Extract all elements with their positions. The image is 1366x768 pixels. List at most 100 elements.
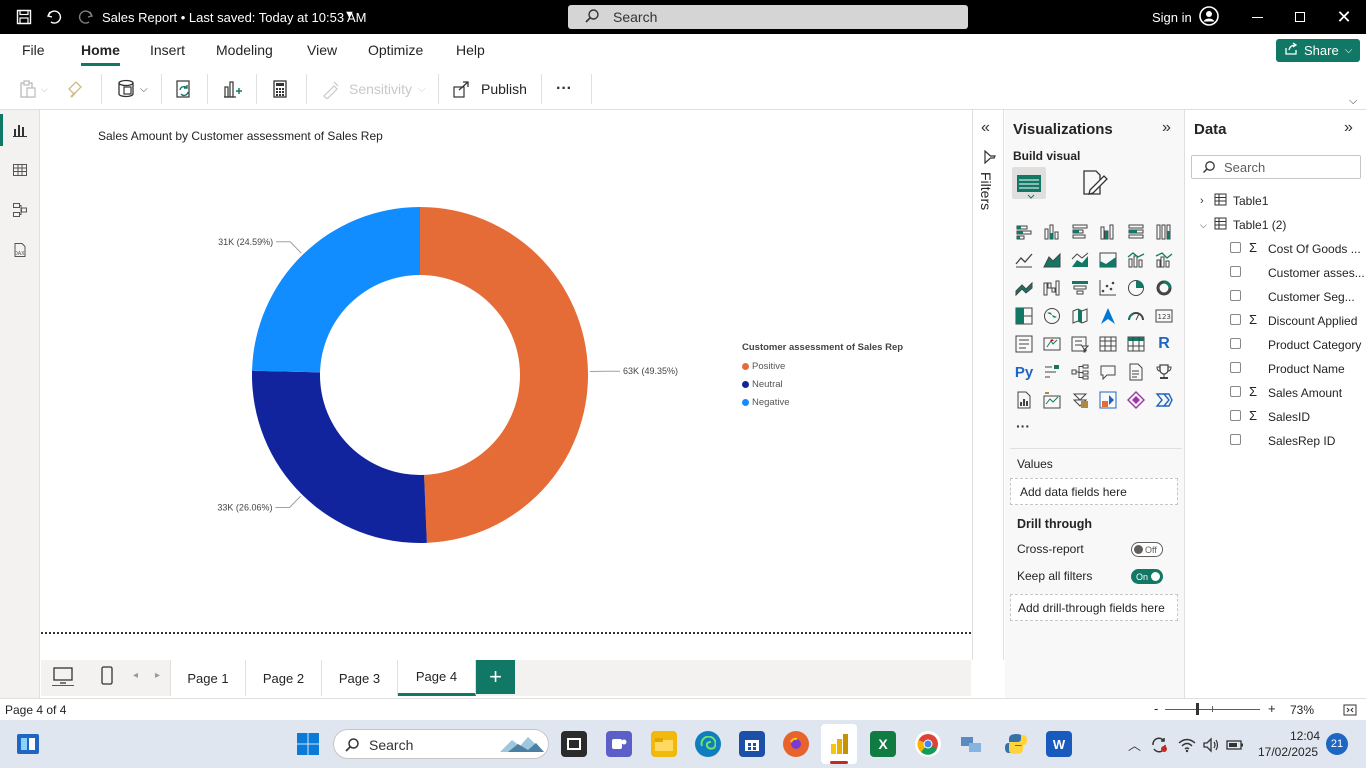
edge-icon[interactable] — [695, 731, 721, 757]
clock-time[interactable]: 12:04 — [1290, 729, 1320, 743]
narrative-icon[interactable] — [1126, 362, 1146, 382]
donut-slice-neutral[interactable] — [252, 370, 427, 543]
chrome-icon[interactable] — [915, 731, 941, 757]
power-apps-icon[interactable] — [1098, 390, 1118, 410]
line-stacked-column-icon[interactable] — [1126, 250, 1146, 270]
collapse-left-icon[interactable]: « — [981, 119, 990, 137]
100-stacked-area-icon[interactable] — [1098, 250, 1118, 270]
tab-insert[interactable]: Insert — [150, 42, 185, 58]
donut-chart[interactable]: 63K (49.35%) 33K (26.06%) 31K (24.59%) — [180, 190, 700, 560]
scatter-chart-icon[interactable] — [1098, 278, 1118, 298]
matrix-icon[interactable] — [1126, 334, 1146, 354]
more-options-button[interactable]: ··· — [556, 76, 572, 102]
paginated-report-icon[interactable] — [1014, 390, 1034, 410]
100-stacked-column-icon[interactable] — [1154, 222, 1174, 242]
stacked-bar-icon[interactable] — [1014, 222, 1034, 242]
zoom-slider-thumb[interactable] — [1196, 703, 1199, 715]
close-icon[interactable]: ✕ — [1334, 7, 1354, 27]
power-apps-card-icon[interactable] — [1042, 390, 1062, 410]
minimize-icon[interactable] — [1247, 7, 1267, 27]
wifi-icon[interactable] — [1178, 737, 1196, 756]
drill-through-drop-zone[interactable]: Add drill-through fields here — [1010, 594, 1178, 621]
multi-row-card-icon[interactable] — [1014, 334, 1034, 354]
gauge-icon[interactable] — [1126, 306, 1146, 326]
power-apps-diamond-icon[interactable] — [1126, 390, 1146, 410]
table-node-table1[interactable]: › Table1 — [1200, 193, 1268, 209]
more-visuals-button[interactable]: ··· — [1016, 418, 1030, 434]
python-visual-icon[interactable]: Py — [1014, 362, 1034, 382]
values-drop-zone[interactable]: Add data fields here — [1010, 478, 1178, 505]
file-explorer-icon[interactable] — [651, 731, 677, 757]
treemap-icon[interactable] — [1014, 306, 1034, 326]
table-node-table1-2[interactable]: ⌵ Table1 (2) — [1200, 217, 1286, 233]
decomposition-tree-icon[interactable] — [1070, 362, 1090, 382]
desktop-layout-icon[interactable] — [52, 666, 74, 689]
fit-to-page-icon[interactable] — [1343, 704, 1357, 719]
notification-badge[interactable]: 21 — [1326, 733, 1348, 755]
get-data-button[interactable]: ⌵ — [116, 76, 148, 102]
network-app-icon[interactable] — [958, 731, 984, 757]
excel-icon[interactable]: X — [870, 731, 896, 757]
line-clustered-column-icon[interactable] — [1154, 250, 1174, 270]
zoom-out-button[interactable]: - — [1154, 701, 1158, 716]
table-view-icon[interactable] — [10, 160, 30, 180]
field-checkbox[interactable] — [1230, 314, 1241, 325]
field-checkbox[interactable] — [1230, 434, 1241, 445]
azure-map-icon[interactable] — [1098, 306, 1118, 326]
build-visual-tab[interactable] — [1012, 167, 1046, 199]
scroll-right-icon[interactable]: ▸ — [155, 670, 160, 681]
save-icon[interactable] — [14, 7, 34, 27]
redo-icon[interactable] — [76, 7, 96, 27]
word-icon[interactable]: W — [1046, 731, 1072, 757]
field-checkbox[interactable] — [1230, 290, 1241, 301]
chevron-up-icon[interactable]: ︿ — [1128, 735, 1141, 754]
undo-icon[interactable] — [44, 7, 64, 27]
clustered-column-icon[interactable] — [1098, 222, 1118, 242]
legend-item-positive[interactable]: Positive — [742, 357, 903, 375]
clustered-bar-icon[interactable] — [1070, 222, 1090, 242]
tab-view[interactable]: View — [307, 42, 337, 58]
teams-icon[interactable] — [606, 731, 632, 757]
tab-help[interactable]: Help — [456, 42, 485, 58]
page-tab-3[interactable]: Page 3 — [322, 660, 398, 696]
dax-query-view-icon[interactable]: DAX — [10, 240, 30, 260]
map-icon[interactable] — [1042, 306, 1062, 326]
area-chart-icon[interactable] — [1042, 250, 1062, 270]
kpi-icon[interactable] — [1042, 334, 1062, 354]
chevron-down-icon[interactable]: ▼ — [344, 9, 355, 21]
donut-slice-positive[interactable] — [420, 207, 589, 543]
cross-report-toggle[interactable]: Off — [1131, 542, 1163, 557]
power-automate-icon[interactable] — [1070, 390, 1090, 410]
slicer-icon[interactable] — [1070, 334, 1090, 354]
chevron-right-icon[interactable]: › — [1200, 195, 1212, 207]
battery-icon[interactable] — [1226, 738, 1244, 755]
field-checkbox[interactable] — [1230, 362, 1241, 373]
sync-icon[interactable] — [1150, 736, 1168, 757]
chevron-down-icon[interactable]: ⌵ — [1349, 95, 1357, 108]
goals-icon[interactable] — [1154, 362, 1174, 382]
stacked-area-icon[interactable] — [1070, 250, 1090, 270]
mobile-layout-icon[interactable] — [100, 666, 114, 689]
legend-item-negative[interactable]: Negative — [742, 393, 903, 411]
waterfall-chart-icon[interactable] — [1042, 278, 1062, 298]
refresh-button[interactable] — [174, 76, 194, 102]
table-icon[interactable] — [1098, 334, 1118, 354]
ribbon-chart-icon[interactable] — [1014, 278, 1034, 298]
python-icon[interactable] — [1003, 731, 1029, 757]
keep-filters-toggle[interactable]: On — [1131, 569, 1163, 584]
power-bi-icon[interactable] — [826, 731, 852, 757]
tab-home[interactable]: Home — [81, 42, 120, 66]
pie-chart-icon[interactable] — [1126, 278, 1146, 298]
r-visual-icon[interactable]: R — [1154, 334, 1174, 354]
field-checkbox[interactable] — [1230, 410, 1241, 421]
clock-date[interactable]: 17/02/2025 — [1258, 745, 1318, 759]
format-painter-button[interactable] — [66, 76, 86, 102]
paste-button[interactable]: ⌵ — [18, 76, 48, 102]
collapse-right-icon[interactable]: » — [1344, 119, 1353, 137]
donut-slice-negative[interactable] — [252, 207, 420, 373]
volume-icon[interactable] — [1202, 737, 1220, 756]
start-icon[interactable] — [296, 732, 320, 759]
zoom-in-button[interactable]: + — [1268, 701, 1276, 716]
sensitivity-button[interactable]: Sensitivity ⌵ — [321, 76, 426, 102]
data-search-input[interactable]: Search — [1191, 155, 1361, 179]
